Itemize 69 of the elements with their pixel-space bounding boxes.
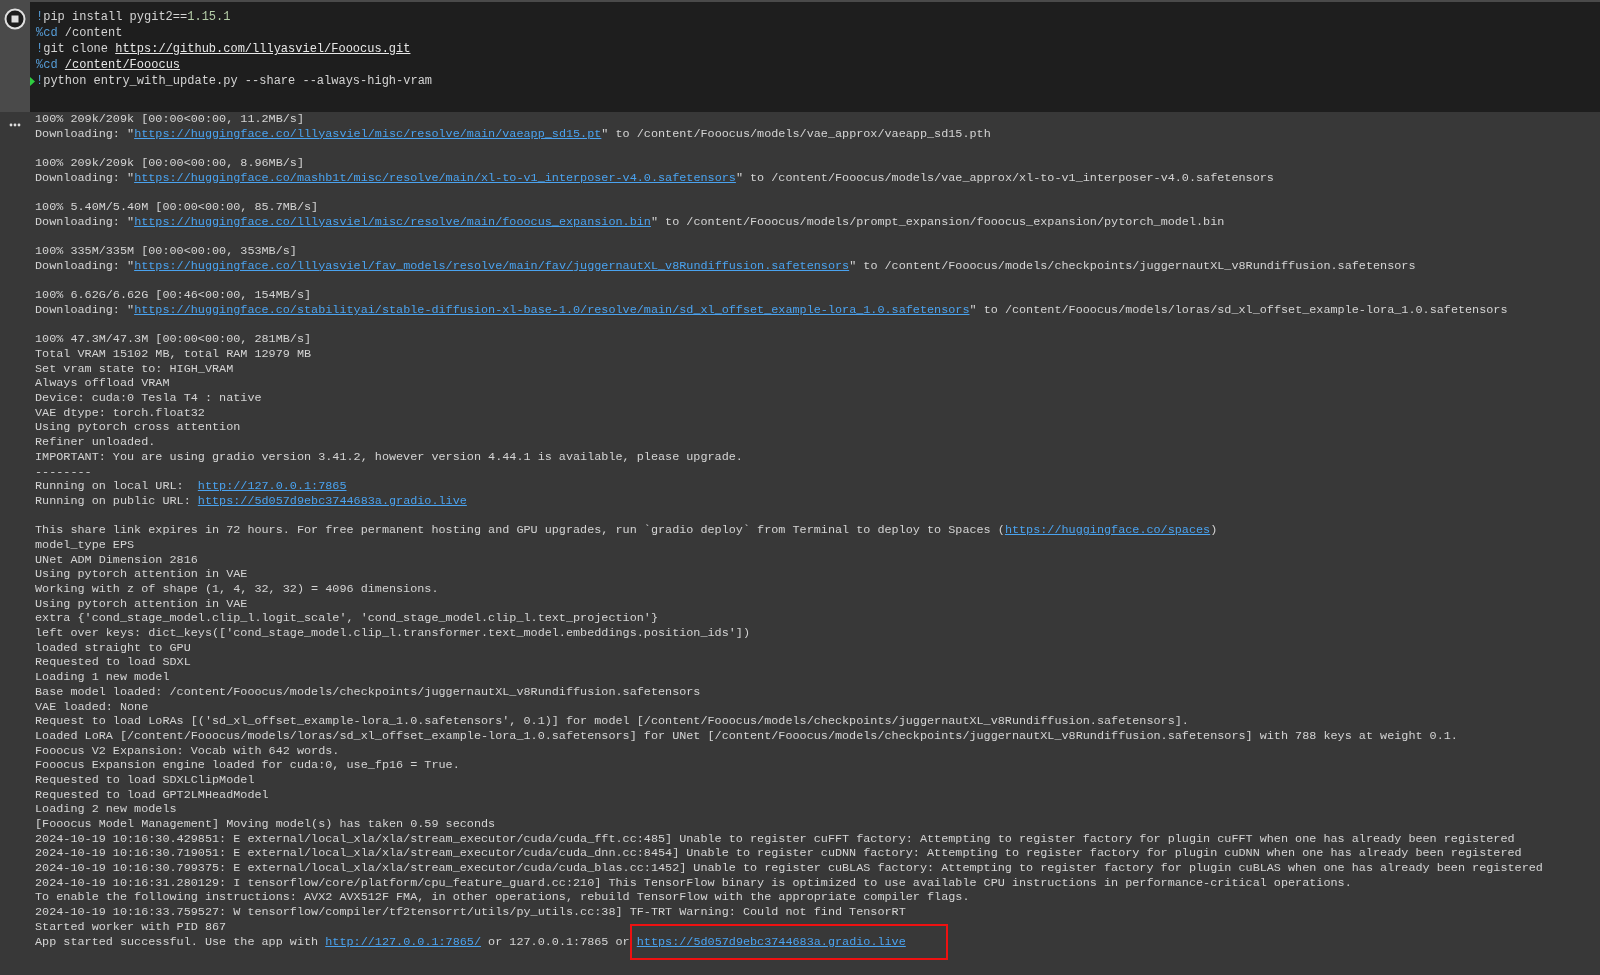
output-line: Loading 1 new model bbox=[35, 670, 171, 685]
output-line: 100% 335M/335M [00:00<00:00, 353MB/s] bbox=[35, 244, 298, 259]
output-line: 100% 47.3M/47.3M [00:00<00:00, 281MB/s] bbox=[35, 332, 313, 347]
output-line: 100% 6.62G/6.62G [00:46<00:00, 154MB/s] bbox=[35, 288, 313, 303]
link[interactable]: https://huggingface.co/stabilityai/stable-diffusion-xl-base-1.0/resolve/main/sd_xl_offset_example-lora_1.0.safetensors bbox=[134, 302, 970, 317]
output-line: This share link expires in 72 hours. For free permanent hosting and GPU upgrades, run `gradio deploy` from Terminal to deploy to Spaces (https://huggingface.co/spaces) bbox=[35, 523, 1219, 538]
output-line: Loaded LoRA [/content/Fooocus/models/loras/sd_xl_offset_example-lora_1.0.safetensors] for UNet [/content/Fooocus/models/checkpoints/juggernautXL_v8Rundiffusion.safetensors] with 788 keys at weight 0.1. bbox=[35, 728, 1459, 744]
output-line: Downloading: "https://huggingface.co/mashb1t/misc/resolve/main/xl-to-v1_interposer-v4.0.safetensors" to /content/Fooocus/models/vae_approx/xl-to-v1_interposer-v4.0.safetensors bbox=[35, 170, 1275, 186]
link[interactable]: https://huggingface.co/lllyasviel/misc/resolve/main/vaeapp_sd15.pt bbox=[134, 126, 602, 141]
output-line: 2024-10-19 10:16:30.429851: E external/local_xla/xla/stream_executor/cuda/cuda_fft.cc:485] Unable to register cuFFT factory: Attempting to register factory for plugin cuFFT when one has already been registered bbox=[35, 831, 1516, 847]
output-line: Requested to load SDXLClipModel bbox=[35, 772, 256, 788]
output-line: App started successful. Use the app with http://127.0.0.1:7865/ or 127.0.0.1:7865 or https://5d057d9ebc3744683a.gradio.live bbox=[35, 934, 1543, 950]
link[interactable]: https://5d057d9ebc3744683a.gradio.live bbox=[636, 934, 906, 949]
output-line: VAE loaded: None bbox=[35, 699, 150, 715]
output-line: UNet ADM Dimension 2816 bbox=[35, 552, 199, 568]
code-line: !python entry_with_update.py --share --always-high-vram bbox=[30, 73, 1600, 90]
output-line: -------- bbox=[35, 464, 93, 480]
link[interactable]: https://huggingface.co/lllyasviel/misc/resolve/main/fooocus_expansion.bin bbox=[134, 214, 651, 229]
output-line: Refiner unloaded. bbox=[35, 435, 157, 450]
code-line: %cd /content/Fooocus bbox=[35, 57, 182, 74]
output-line: 2024-10-19 10:16:33.759527: W tensorflow/compiler/tf2tensorrt/utils/py_utils.cc:38] TF-TRT Warning: Could not find TensorRT bbox=[35, 905, 907, 920]
link[interactable]: /content/Fooocus bbox=[64, 58, 181, 73]
link[interactable]: https://huggingface.co/lllyasviel/fav_models/resolve/main/fav/juggernautXL_v8Rundiffusion.safetensors bbox=[134, 258, 850, 273]
output-line: extra {'cond_stage_model.clip_l.logit_scale', 'cond_stage_model.clip_l.text_projection'} bbox=[35, 611, 659, 627]
output-line: Started worker with PID 867 bbox=[35, 919, 228, 935]
output-line: left over keys: dict_keys(['cond_stage_model.clip_l.transformer.text_model.embeddings.position_ids']) bbox=[35, 626, 751, 641]
output-line: Downloading: "https://huggingface.co/lllyasviel/fav_models/resolve/main/fav/juggernautXL_v8Rundiffusion.safetensors" to /content/Fooocus/models/checkpoints/juggernautXL_v8Rundiffusion.safetensors bbox=[35, 258, 1417, 274]
output-line: Using pytorch attention in VAE bbox=[35, 596, 249, 612]
output-line: Fooocus Expansion engine loaded for cuda:0, use_fp16 = True. bbox=[35, 758, 461, 773]
output-line: Downloading: "https://huggingface.co/lllyasviel/misc/resolve/main/fooocus_expansion.bin" to /content/Fooocus/models/prompt_expansion/fooocus_expansion/pytorch_model.bin bbox=[35, 214, 1226, 230]
output-line: Always offload VRAM bbox=[35, 376, 171, 392]
output-line: 100% 5.40M/5.40M [00:00<00:00, 85.7MB/s] bbox=[35, 200, 320, 215]
output-line: Loading 2 new models bbox=[35, 802, 178, 817]
output-line: Running on public URL: https://5d057d9ebc3744683a.gradio.live bbox=[35, 493, 468, 509]
output-line: [Fooocus Model Management] Moving model(s) has taken 0.59 seconds bbox=[35, 817, 497, 832]
output-line: Requested to load GPT2LMHeadModel bbox=[35, 787, 270, 803]
output-line: Requested to load SDXL bbox=[35, 655, 192, 671]
stop-button[interactable] bbox=[4, 8, 26, 30]
output-line: To enable the following instructions: AVX2 AVX512F FMA, in other operations, rebuild TensorFlow with the appropriate compiler flags. bbox=[35, 890, 971, 906]
output-line: Base model loaded: /content/Fooocus/models/checkpoints/juggernautXL_v8Rundiffusion.safetensors bbox=[35, 684, 702, 700]
output-line: Running on local URL: http://127.0.0.1:7865 bbox=[35, 479, 348, 494]
output-line: Fooocus V2 Expansion: Vocab with 642 words. bbox=[35, 743, 341, 759]
link[interactable]: https://5d057d9ebc3744683a.gradio.live bbox=[197, 493, 467, 508]
output-line: 2024-10-19 10:16:31.280129: I tensorflow/core/platform/cpu_feature_guard.cc:210] This TensorFlow binary is optimized to use available CPU instructions in performance-critical operations. bbox=[35, 875, 1353, 891]
output-line: Set vram state to: HIGH_VRAM bbox=[35, 361, 235, 377]
output-line: loaded straight to GPU bbox=[35, 640, 192, 656]
output-line: model_type EPS bbox=[35, 537, 136, 553]
output-line: IMPORTANT: You are using gradio version 3.41.2, however version 4.44.1 is available, please upgrade. bbox=[35, 449, 744, 465]
output-line: Working with z of shape (1, 4, 32, 32) = 4096 dimensions. bbox=[35, 582, 440, 597]
output-line: 2024-10-19 10:16:30.719051: E external/local_xla/xla/stream_executor/cuda/cuda_dnn.cc:8454] Unable to register cuDNN factory: Attempting to register factory for plugin cuDNN when one has already been registered bbox=[35, 846, 1523, 862]
code-line: !pip install pygit2==1.15.1 bbox=[35, 9, 232, 26]
link[interactable]: https://github.com/lllyasviel/Fooocus.git bbox=[115, 42, 411, 57]
output-line: Total VRAM 15102 MB, total RAM 12979 MB bbox=[35, 347, 313, 362]
link[interactable]: http://127.0.0.1:7865 bbox=[197, 479, 347, 494]
output-line: 2024-10-19 10:16:30.799375: E external/local_xla/xla/stream_executor/cuda/cuda_blas.cc:1452] Unable to register cuBLAS factory: Attempting to register factory for plugin cuBLAS when one has already been registered bbox=[35, 861, 1543, 876]
output-line: 100% 209k/209k [00:00<00:00, 8.96MB/s] bbox=[35, 156, 305, 171]
output-line: Downloading: "https://huggingface.co/lllyasviel/misc/resolve/main/vaeapp_sd15.pt" to /content/Fooocus/models/vae_approx/vaeapp_sd15.pth bbox=[35, 126, 992, 142]
output-line: Using pytorch attention in VAE bbox=[35, 567, 249, 582]
link[interactable]: https://huggingface.co/spaces bbox=[1004, 523, 1211, 538]
link[interactable]: http://127.0.0.1:7865/ bbox=[325, 934, 481, 949]
code-line: %cd /content bbox=[35, 25, 124, 42]
output-line: Using pytorch cross attention bbox=[35, 420, 242, 436]
link[interactable]: https://huggingface.co/mashb1t/misc/resolve/main/xl-to-v1_interposer-v4.0.safetensors bbox=[134, 170, 736, 185]
output-line: 100% 209k/209k [00:00<00:00, 11.2MB/s] bbox=[35, 112, 305, 127]
output-line: Downloading: "https://huggingface.co/stabilityai/stable-diffusion-xl-base-1.0/resolve/main/sd_xl_offset_example-lora_1.0.safetensors" to /content/Fooocus/models/loras/sd_xl_offset_example-lora_1.0.safetensors bbox=[35, 302, 1509, 318]
output-line: Request to load LoRAs [('sd_xl_offset_example-lora_1.0.safetensors', 0.1)] for model [/content/Fooocus/models/checkpoints/juggernautXL_v8Rundiffusion.safetensors]. bbox=[35, 714, 1190, 729]
code-line: !git clone https://github.com/lllyasviel/Fooocus.git bbox=[35, 41, 412, 58]
output-line: VAE dtype: torch.float32 bbox=[35, 405, 206, 421]
output-line: Device: cuda:0 Tesla T4 : native bbox=[35, 391, 263, 406]
